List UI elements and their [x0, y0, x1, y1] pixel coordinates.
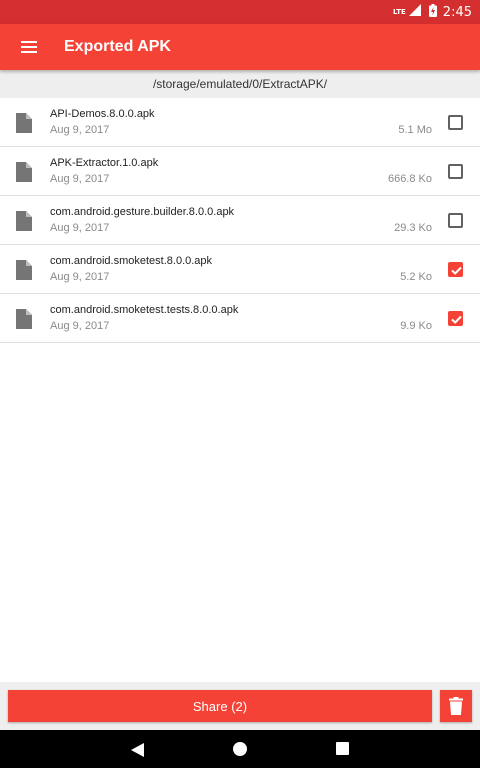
back-icon[interactable]: [131, 742, 144, 761]
signal-icon: [408, 4, 421, 20]
recents-icon[interactable]: [336, 742, 349, 755]
app-toolbar: Exported APK: [0, 24, 480, 70]
trash-icon: [449, 697, 463, 715]
file-row[interactable]: API-Demos.8.0.0.apk Aug 9, 2017 5.1 Mo: [0, 98, 480, 147]
select-checkbox[interactable]: [448, 115, 463, 130]
file-icon: [16, 211, 32, 235]
file-size: 666.8 Ko: [387, 173, 432, 185]
select-checkbox[interactable]: [448, 213, 463, 228]
share-button[interactable]: Share (2): [8, 690, 432, 722]
file-date: Aug 9, 2017: [50, 173, 110, 185]
page-title: Exported APK: [64, 38, 171, 55]
file-icon: [16, 162, 32, 186]
battery-charging-icon: [428, 3, 437, 21]
file-row[interactable]: com.android.gesture.builder.8.0.0.apk Au…: [0, 196, 480, 245]
file-row[interactable]: APK-Extractor.1.0.apk Aug 9, 2017 666.8 …: [0, 147, 480, 196]
file-size: 9.9 Ko: [400, 320, 432, 332]
clock: 2:45: [442, 4, 472, 20]
file-name: com.android.smoketest.8.0.0.apk: [50, 255, 213, 267]
file-date: Aug 9, 2017: [50, 124, 110, 136]
file-name: com.android.gesture.builder.8.0.0.apk: [50, 206, 235, 218]
delete-button[interactable]: [440, 690, 472, 722]
file-name: API-Demos.8.0.0.apk: [50, 108, 155, 120]
file-name: com.android.smoketest.tests.8.0.0.apk: [50, 304, 239, 316]
checkmark-icon: [451, 266, 462, 275]
system-nav-bar: [0, 730, 480, 768]
select-checkbox[interactable]: [448, 164, 463, 179]
checkmark-icon: [451, 315, 462, 324]
file-size: 5.1 Mo: [398, 124, 432, 136]
bottom-action-bar: Share (2): [0, 682, 480, 730]
file-row[interactable]: com.android.smoketest.8.0.0.apk Aug 9, 2…: [0, 245, 480, 294]
file-icon: [16, 113, 32, 137]
select-checkbox[interactable]: [448, 311, 463, 326]
file-size: 29.3 Ko: [394, 222, 432, 234]
menu-icon[interactable]: [0, 24, 58, 70]
file-date: Aug 9, 2017: [50, 271, 110, 283]
file-row[interactable]: com.android.smoketest.tests.8.0.0.apk Au…: [0, 294, 480, 343]
file-icon: [16, 260, 32, 284]
select-checkbox[interactable]: [448, 262, 463, 277]
status-bar: LTE 2:45: [0, 0, 480, 24]
network-type: LTE: [392, 8, 406, 16]
file-list: API-Demos.8.0.0.apk Aug 9, 2017 5.1 Mo A…: [0, 98, 480, 343]
file-size: 5.2 Ko: [400, 271, 432, 283]
file-icon: [16, 309, 32, 333]
file-name: APK-Extractor.1.0.apk: [50, 157, 159, 169]
current-path: /storage/emulated/0/ExtractAPK/: [152, 77, 328, 91]
path-bar: /storage/emulated/0/ExtractAPK/: [0, 70, 480, 98]
file-date: Aug 9, 2017: [50, 222, 110, 234]
home-icon[interactable]: [233, 742, 247, 756]
file-date: Aug 9, 2017: [50, 320, 110, 332]
